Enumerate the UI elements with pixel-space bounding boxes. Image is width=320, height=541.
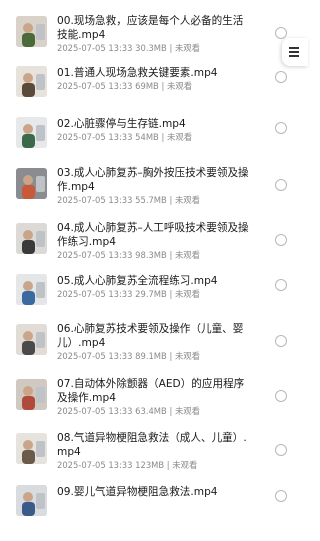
video-thumbnail [16, 274, 47, 305]
file-date: 2025-07-05 13:33 [57, 81, 133, 91]
file-date: 2025-07-05 13:33 [57, 460, 133, 470]
watch-status: 未观看 [174, 351, 201, 361]
watch-status: 未观看 [166, 81, 193, 91]
list-item[interactable]: 09.婴儿气道异物梗阻急救法.mp4 [0, 485, 304, 541]
file-title: 09.婴儿气道异物梗阻急救法.mp4 [57, 486, 218, 498]
file-size: 123MB [135, 460, 165, 470]
file-size: 54MB [135, 132, 159, 142]
video-thumbnail [16, 223, 47, 254]
file-title: 02.心脏骤停与生存链.mp4 [57, 118, 186, 130]
video-thumbnail [16, 485, 47, 516]
list-item[interactable]: 08.气道异物梗阻急救法（成人、儿童）.mp4 2025-07-05 13:33 … [0, 431, 304, 487]
select-radio-icon[interactable] [275, 490, 287, 502]
video-thumbnail [16, 379, 47, 410]
watch-status: 未观看 [174, 289, 201, 299]
file-size: 63.4MB [135, 406, 167, 416]
video-thumbnail [16, 117, 47, 148]
select-radio-icon[interactable] [275, 444, 287, 456]
file-title: 08.气道异物梗阻急救法（成人、儿童）.mp4 [57, 432, 247, 458]
select-radio-icon[interactable] [275, 234, 287, 246]
file-title: 07.自动体外除颤器（AED）的应用程序及操作.mp4 [57, 378, 245, 404]
file-date: 2025-07-05 13:33 [57, 406, 133, 416]
file-title: 05.成人心肺复苏全流程练习.mp4 [57, 275, 218, 287]
hamburger-icon [289, 47, 299, 49]
file-meta: 2025-07-05 13:33 69MB | 未观看 [57, 81, 193, 91]
video-thumbnail [16, 66, 47, 97]
video-thumbnail [16, 433, 47, 464]
list-item[interactable]: 03.成人心肺复苏–胸外按压技术要领及操作.mp4 2025-07-05 13:3… [0, 166, 304, 222]
file-title: 00.现场急救，应该是每个人必备的生活技能.mp4 [57, 15, 244, 41]
file-meta: 2025-07-05 13:33 98.3MB | 未观看 [57, 250, 201, 260]
file-meta: 2025-07-05 13:33 123MB | 未观看 [57, 460, 198, 470]
list-item[interactable]: 01.普通人现场急救关键要素.mp4 2025-07-05 13:33 69MB … [0, 66, 304, 122]
list-item[interactable]: 07.自动体外除颤器（AED）的应用程序及操作.mp4 2025-07-05 13… [0, 377, 304, 433]
select-radio-icon[interactable] [275, 390, 287, 402]
file-title: 04.成人心肺复苏–人工呼吸技术要领及操作练习.mp4 [57, 222, 249, 248]
file-meta: 2025-07-05 13:33 89.1MB | 未观看 [57, 351, 201, 361]
file-size: 98.3MB [135, 250, 167, 260]
list-item[interactable]: 00.现场急救，应该是每个人必备的生活技能.mp4 2025-07-05 13:3… [0, 14, 304, 70]
file-date: 2025-07-05 13:33 [57, 43, 133, 53]
menu-button[interactable] [282, 38, 308, 66]
file-size: 89.1MB [135, 351, 167, 361]
select-radio-icon[interactable] [275, 279, 287, 291]
file-date: 2025-07-05 13:33 [57, 132, 133, 142]
video-thumbnail [16, 168, 47, 199]
watch-status: 未观看 [174, 406, 201, 416]
file-date: 2025-07-05 13:33 [57, 250, 133, 260]
hamburger-icon-line [289, 51, 299, 53]
file-title: 03.成人心肺复苏–胸外按压技术要领及操作.mp4 [57, 167, 249, 193]
file-meta: 2025-07-05 13:33 55.7MB | 未观看 [57, 195, 201, 205]
hamburger-icon-line [289, 55, 299, 57]
watch-status: 未观看 [174, 195, 201, 205]
file-meta: 2025-07-05 13:33 54MB | 未观看 [57, 132, 193, 142]
file-date: 2025-07-05 13:33 [57, 195, 133, 205]
file-title: 06.心肺复苏技术要领及操作（儿童、婴儿）.mp4 [57, 323, 244, 349]
file-meta: 2025-07-05 13:33 29.7MB | 未观看 [57, 289, 201, 299]
select-radio-icon[interactable] [275, 71, 287, 83]
select-radio-icon[interactable] [275, 179, 287, 191]
file-title: 01.普通人现场急救关键要素.mp4 [57, 67, 218, 79]
list-item[interactable]: 06.心肺复苏技术要领及操作（儿童、婴儿）.mp4 2025-07-05 13:3… [0, 322, 304, 378]
watch-status: 未观看 [166, 132, 193, 142]
select-radio-icon[interactable] [275, 27, 287, 39]
video-thumbnail [16, 324, 47, 355]
list-item[interactable]: 04.成人心肺复苏–人工呼吸技术要领及操作练习.mp4 2025-07-05 13… [0, 221, 304, 277]
file-size: 29.7MB [135, 289, 167, 299]
select-radio-icon[interactable] [275, 335, 287, 347]
file-size: 55.7MB [135, 195, 167, 205]
watch-status: 未观看 [174, 250, 201, 260]
file-meta: 2025-07-05 13:33 63.4MB | 未观看 [57, 406, 201, 416]
file-size: 30.3MB [135, 43, 167, 53]
file-date: 2025-07-05 13:33 [57, 289, 133, 299]
file-meta: 2025-07-05 13:33 30.3MB | 未观看 [57, 43, 201, 53]
list-item[interactable]: 02.心脏骤停与生存链.mp4 2025-07-05 13:33 54MB | 未… [0, 117, 304, 173]
file-date: 2025-07-05 13:33 [57, 351, 133, 361]
watch-status: 未观看 [174, 43, 201, 53]
video-thumbnail [16, 16, 47, 47]
file-size: 69MB [135, 81, 159, 91]
watch-status: 未观看 [172, 460, 198, 470]
select-radio-icon[interactable] [275, 122, 287, 134]
